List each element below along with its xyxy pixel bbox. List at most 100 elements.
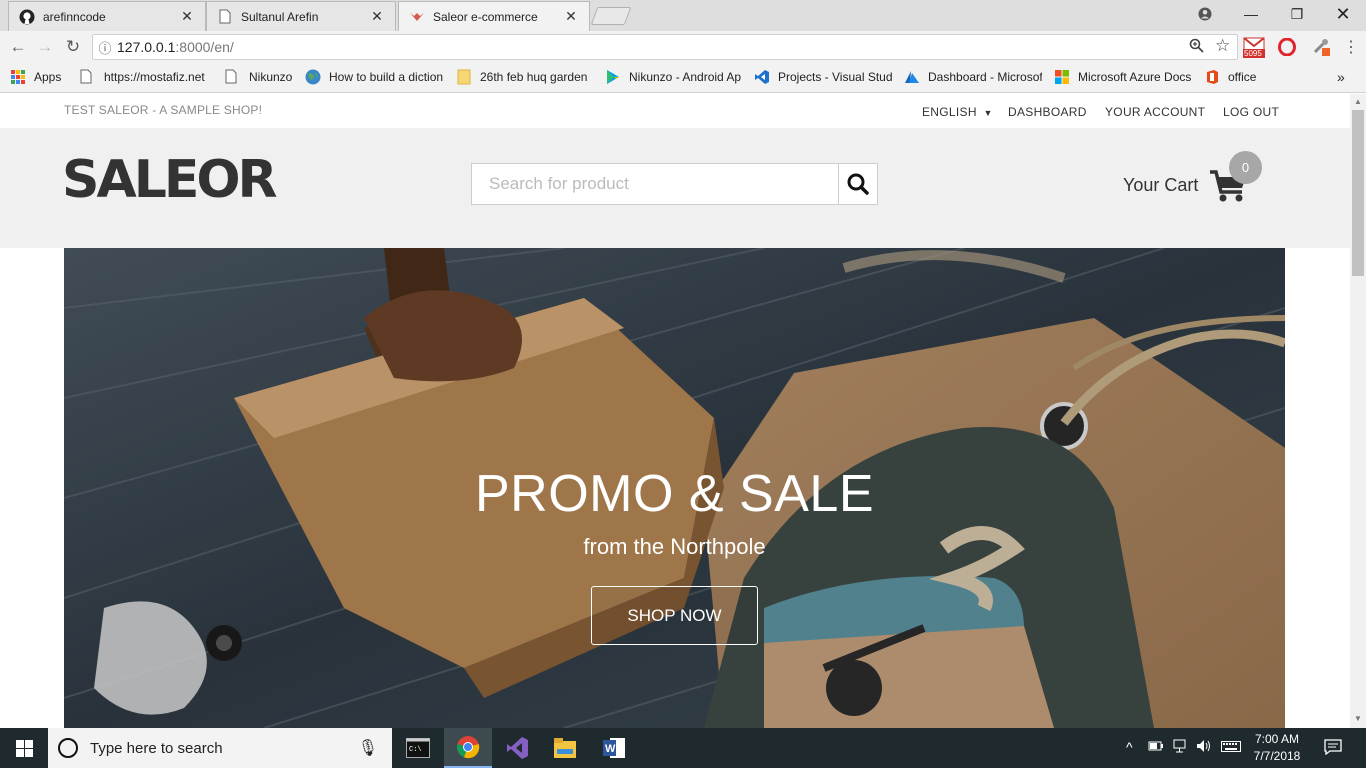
svg-text:C:\: C:\ — [409, 746, 422, 754]
bookmark-azure-dashboard[interactable]: Dashboard - Microsoft Azure — [904, 69, 1042, 85]
tab-sultanul-arefin[interactable]: Sultanul Arefin ✕ — [206, 1, 396, 31]
gmail-icon[interactable]: 5095 — [1243, 36, 1265, 58]
saleor-icon — [409, 9, 425, 25]
language-label: ENGLISH — [922, 105, 977, 119]
azure-icon — [904, 69, 920, 85]
minimize-icon[interactable]: — — [1228, 0, 1274, 28]
page-scrollbar[interactable]: ▲ ▼ — [1350, 94, 1366, 728]
bookmark-label: How to build a dictionary — [329, 70, 443, 84]
reload-icon[interactable]: ↻ — [61, 35, 85, 59]
battery-icon[interactable] — [1148, 739, 1164, 756]
close-tab-icon[interactable]: ✕ — [369, 8, 385, 25]
office-icon — [1204, 69, 1220, 85]
clock-date: 7/7/2018 — [1253, 749, 1301, 763]
windows-taskbar: Type here to search 🎙 C:\ W ^ 7:00 AM 7/… — [0, 728, 1366, 768]
svg-text:W: W — [605, 743, 616, 755]
saleor-logo[interactable]: SALEOR — [62, 150, 278, 210]
tab-title: arefinncode — [43, 9, 106, 24]
bookmark-nikunzo[interactable]: Nikunzo — [225, 69, 295, 85]
close-tab-icon[interactable]: ✕ — [563, 8, 579, 25]
opera-icon[interactable] — [1276, 36, 1298, 58]
zoom-icon[interactable] — [1189, 38, 1204, 57]
folder-icon — [456, 69, 472, 85]
language-selector[interactable]: ENGLISH ▼ — [922, 105, 993, 119]
search-input[interactable] — [472, 164, 838, 204]
bookmark-label: Nikunzo — [249, 70, 293, 84]
cart-label[interactable]: Your Cart — [1123, 175, 1198, 196]
new-tab-button[interactable] — [590, 7, 632, 25]
bookmark-office[interactable]: office — [1204, 69, 1274, 85]
chrome-menu-icon[interactable]: ⋮ — [1340, 36, 1362, 58]
caret-down-icon: ▼ — [983, 108, 993, 118]
volume-icon[interactable] — [1196, 739, 1212, 756]
bookmark-label: office — [1228, 70, 1257, 84]
url-path: :8000/en/ — [175, 39, 234, 55]
shop-header: SALEOR Your Cart 0 — [0, 128, 1350, 248]
globe-icon — [305, 69, 321, 85]
windows-start-button[interactable] — [0, 728, 48, 768]
terminal-icon[interactable]: C:\ — [394, 728, 442, 768]
tray-chevron-up-icon[interactable]: ^ — [1126, 739, 1133, 755]
restore-icon[interactable]: ❐ — [1274, 0, 1320, 28]
action-center-icon[interactable] — [1324, 739, 1342, 758]
your-account-link[interactable]: YOUR ACCOUNT — [1105, 105, 1205, 119]
scroll-thumb[interactable] — [1352, 110, 1364, 276]
shop-now-button[interactable]: SHOP NOW — [591, 586, 758, 645]
bookmark-star-icon[interactable]: ☆ — [1215, 36, 1230, 56]
bookmark-label: Microsoft Azure Docs — [1078, 70, 1192, 84]
system-clock[interactable]: 7:00 AM 7/7/2018 — [1248, 731, 1306, 765]
microsoft-icon — [1054, 69, 1070, 85]
tab-arefinncode[interactable]: arefinncode ✕ — [8, 1, 206, 31]
forward-arrow-icon[interactable]: → — [33, 35, 57, 59]
scroll-down-icon[interactable]: ▼ — [1353, 714, 1363, 723]
more-bookmarks-icon[interactable]: » — [1337, 69, 1345, 85]
windows-logo-icon — [15, 739, 33, 757]
log-out-link[interactable]: LOG OUT — [1223, 105, 1279, 119]
file-explorer-icon[interactable] — [541, 728, 589, 768]
page-icon — [80, 69, 96, 85]
bookmark-apps[interactable]: Apps — [10, 69, 70, 85]
shop-tagline: TEST SALEOR - A SAMPLE SHOP! — [64, 103, 263, 117]
visual-studio-icon[interactable] — [493, 728, 541, 768]
cart-count-badge: 0 — [1229, 151, 1262, 184]
close-window-icon[interactable]: ✕ — [1320, 0, 1366, 28]
microphone-icon[interactable]: 🎙 — [358, 738, 378, 758]
dashboard-link[interactable]: DASHBOARD — [1008, 105, 1087, 119]
back-arrow-icon[interactable]: ← — [6, 35, 30, 59]
bookmark-label: Apps — [34, 70, 62, 84]
hero-title: PROMO & SALE — [475, 465, 874, 523]
close-tab-icon[interactable]: ✕ — [179, 8, 195, 25]
taskbar-search-box[interactable]: Type here to search 🎙 — [48, 728, 392, 768]
search-button[interactable] — [838, 164, 877, 204]
profile-icon[interactable] — [1182, 0, 1228, 28]
bookmark-visual-studio[interactable]: Projects - Visual Studio — [754, 69, 892, 85]
bookmark-dictionary[interactable]: How to build a dictionary — [305, 69, 443, 85]
taskbar-search-placeholder: Type here to search — [90, 739, 223, 757]
page-icon — [217, 9, 233, 25]
bookmark-label: https://mostafiz.net — [104, 70, 205, 84]
keyboard-icon[interactable] — [1221, 739, 1241, 756]
apps-grid-icon — [10, 69, 26, 85]
cortana-icon — [58, 738, 78, 758]
bookmark-label: Projects - Visual Studio — [778, 70, 892, 84]
web-page: TEST SALEOR - A SAMPLE SHOP! ENGLISH ▼ D… — [0, 94, 1350, 728]
bookmark-azure-docs[interactable]: Microsoft Azure Docs — [1054, 69, 1192, 85]
extension-icon[interactable] — [1310, 36, 1332, 58]
play-store-icon — [605, 69, 621, 85]
chrome-icon[interactable] — [444, 728, 492, 768]
word-icon[interactable]: W — [590, 728, 638, 768]
search-box — [471, 163, 878, 205]
tab-title: Sultanul Arefin — [241, 9, 319, 24]
bookmark-mostafiz[interactable]: https://mostafiz.net — [80, 69, 212, 85]
search-icon — [847, 173, 869, 195]
bookmark-nikunzo-android[interactable]: Nikunzo - Android Apps — [605, 69, 741, 85]
tab-saleor-ecommerce[interactable]: Saleor e-commerce ✕ — [398, 1, 590, 31]
bookmark-label: Dashboard - Microsoft Azure — [928, 70, 1042, 84]
url-host: 127.0.0.1 — [117, 39, 176, 55]
bookmark-huq-garden[interactable]: 26th feb huq garden — [456, 69, 594, 85]
browser-tab-strip: arefinncode ✕ Sultanul Arefin ✕ Saleor e… — [0, 0, 1366, 31]
address-bar[interactable]: ⓘ 127.0.0.1:8000/en/ ☆ — [92, 34, 1238, 60]
scroll-up-icon[interactable]: ▲ — [1353, 97, 1363, 106]
visual-studio-icon — [754, 69, 770, 85]
network-icon[interactable] — [1172, 739, 1188, 756]
